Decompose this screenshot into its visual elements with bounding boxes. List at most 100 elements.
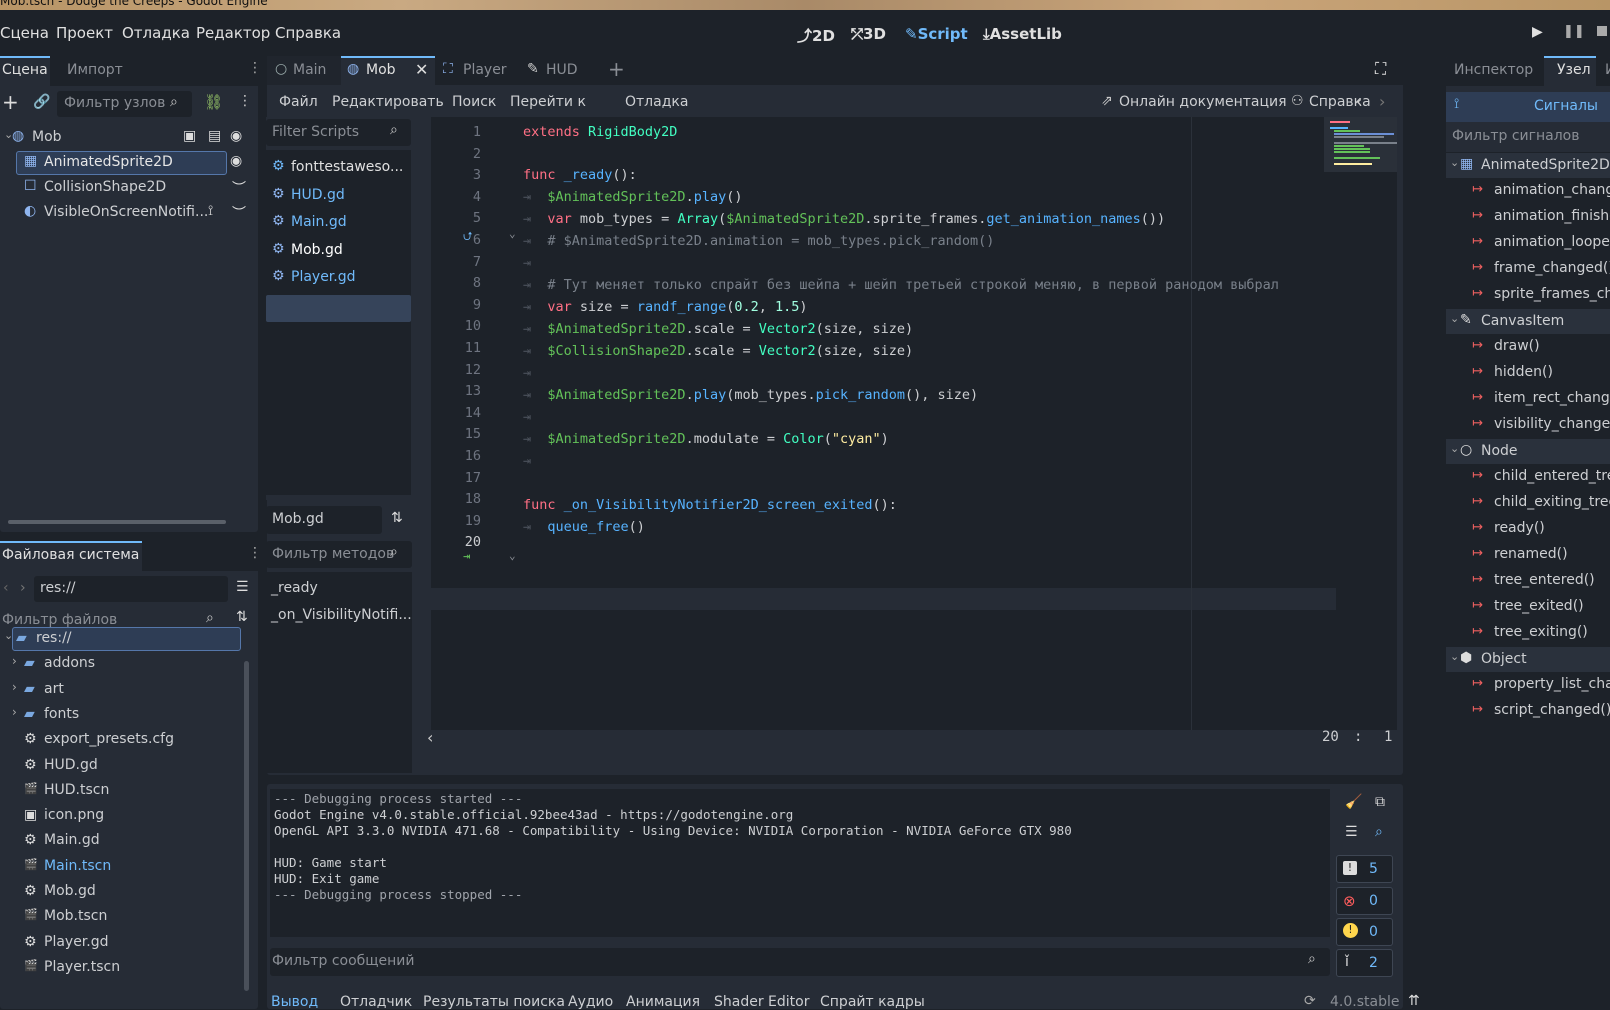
output-log[interactable]: --- Debugging process started --- Godot … (270, 789, 1330, 937)
bottom-tab-debugger[interactable]: Отладчик (340, 994, 412, 1010)
tab-import[interactable]: Импорт (67, 62, 123, 78)
stop-icon[interactable] (1597, 26, 1607, 36)
tree-node-visibleonscreennotifier[interactable]: ◐ VisibleOnScreenNotifi... ⟟ ︶ (0, 201, 252, 225)
signal-item[interactable]: ↦ renamed() (1446, 543, 1610, 568)
bottom-tab-audio[interactable]: Аудио (568, 994, 613, 1010)
signal-category[interactable]: ⌄ ▦ AnimatedSprite2D (1446, 153, 1610, 178)
collapse-icon[interactable]: ☰ (1345, 824, 1358, 840)
script-menu-debug[interactable]: Отладка (625, 94, 688, 110)
signal-icon[interactable]: ⟟ (208, 203, 213, 219)
visibility-eye-icon[interactable]: ︶ (232, 178, 246, 198)
script-item[interactable]: ⚙ fonttestaweso... (266, 154, 411, 180)
connected-signal-icon[interactable]: ⮍ (463, 227, 473, 248)
signal-category[interactable]: ⌄ ⬢ Object (1446, 647, 1610, 672)
visibility-eye-icon[interactable]: ◉ (230, 128, 242, 144)
add-tab-icon[interactable]: + (608, 57, 625, 81)
signal-item[interactable]: ↦ animation_looped (1446, 231, 1610, 256)
fullscreen-icon[interactable]: ⛶ (1375, 59, 1386, 79)
split-view-icon[interactable]: ☰ (236, 579, 249, 595)
search-icon[interactable]: ⌕ (1375, 824, 1383, 840)
group-icon[interactable]: ▣ (183, 128, 196, 144)
minimap[interactable] (1324, 117, 1397, 172)
code-editor[interactable]: 1 2 3 4 5 6 7 8 9 10 11 12 13 14 15 16 17 18 19 20 ⮍ ⇥ ⌄ ⌄ … (431, 117, 1397, 730)
path-field[interactable]: res:// (34, 576, 228, 602)
menu-debug[interactable]: Отладка (122, 24, 190, 42)
signal-item[interactable]: ↦ property_list_char (1446, 673, 1610, 698)
file-item[interactable]: ⚙ Player.gd (0, 931, 252, 955)
signal-item[interactable]: ↦ tree_exiting() (1446, 621, 1610, 646)
file-item[interactable]: 🎬 Mob.tscn (0, 905, 252, 929)
menu-editor[interactable]: Редактор (196, 24, 270, 42)
sort-icon[interactable]: ⇅ (236, 609, 248, 625)
forward-arrow-icon[interactable]: › (20, 580, 26, 596)
prev-script-icon[interactable]: ‹ (1356, 92, 1362, 111)
chevron-down-icon[interactable]: ⌄ (4, 629, 13, 642)
signals-toggle[interactable]: ⟟ Сигналы (1446, 92, 1610, 122)
workspace-script[interactable]: ✎Script (905, 25, 968, 43)
file-item[interactable]: ⚙ export_presets.cfg (0, 728, 252, 752)
file-item[interactable]: 🎬 Player.tscn (0, 956, 252, 980)
tree-node-mob[interactable]: ⌄ ◍ Mob ▣ ▤ ◉ (0, 126, 252, 150)
tree-node-collisionshape2d[interactable]: ☐ CollisionShape2D ︶ (0, 176, 252, 200)
signal-item[interactable]: ↦ animation_chang (1446, 179, 1610, 204)
script-item[interactable]: ⚙ Mob.gd (266, 237, 411, 263)
online-docs-button[interactable]: Онлайн документация (1119, 94, 1287, 110)
signal-item[interactable]: ↦ sprite_frames_cha (1446, 283, 1610, 308)
signal-category[interactable]: ⌄ ✎ CanvasItem (1446, 309, 1610, 334)
signal-item[interactable]: ↦ animation_finishe (1446, 205, 1610, 230)
scene-tab-player[interactable]: Player (463, 62, 507, 78)
bottom-tab-shader-editor[interactable]: Shader Editor (714, 994, 809, 1010)
signal-item[interactable]: ↦ hidden() (1446, 361, 1610, 386)
signal-item[interactable]: ↦ visibility_changed (1446, 413, 1610, 438)
menu-help[interactable]: Справка (275, 24, 341, 42)
chevron-right-icon[interactable]: › (12, 680, 17, 694)
filter-messages-toggle[interactable]: ! 5 (1336, 855, 1393, 883)
file-item[interactable]: ▣ icon.png (0, 804, 252, 828)
vertical-scrollbar[interactable] (244, 661, 249, 991)
instance-scene-icon[interactable]: ⛓ (204, 93, 223, 111)
dock-menu-icon[interactable]: ⋮ (248, 60, 262, 76)
bottom-tab-output[interactable]: Вывод (271, 994, 318, 1010)
file-item[interactable]: › ▰ art (0, 678, 252, 702)
script-menu-file[interactable]: Файл (279, 94, 318, 110)
signal-item[interactable]: ↦ ready() (1446, 517, 1610, 542)
dock-menu-icon[interactable]: ⋮ (248, 545, 262, 561)
script-menu-search[interactable]: Поиск (452, 94, 496, 110)
workspace-3d[interactable]: ⤱3D (851, 25, 886, 43)
file-item[interactable]: 🎬 Main.tscn (0, 855, 252, 879)
node-filter-input[interactable]: Фильтр узлов ⌕ (57, 91, 192, 117)
chevron-right-icon[interactable]: › (12, 705, 17, 719)
signal-item[interactable]: ↦ script_changed() (1446, 699, 1610, 724)
script-item[interactable]: ⚙ Player.gd (266, 264, 411, 290)
file-item[interactable]: ⚙ HUD.gd (0, 754, 252, 778)
sort-icon[interactable]: ⇅ (391, 510, 403, 526)
method-item[interactable]: _on_VisibilityNotifi... (271, 607, 412, 623)
signal-item[interactable]: ↦ draw() (1446, 335, 1610, 360)
file-item[interactable]: ⌄ ▰ res:// (0, 627, 252, 651)
signal-connection-icon[interactable]: ⇥ (463, 549, 470, 563)
link-icon[interactable]: 🔗 (33, 94, 50, 110)
script-item[interactable]: ⚙ HUD.gd (266, 182, 411, 208)
filter-warnings-toggle[interactable]: ! 0 (1336, 918, 1393, 946)
file-item[interactable]: › ▰ fonts (0, 703, 252, 727)
filter-errors-toggle[interactable]: ⊗ 0 (1336, 887, 1393, 915)
play-icon[interactable]: ▶ (1532, 24, 1543, 40)
fold-chevron-icon[interactable]: ⌄ (509, 227, 516, 240)
signal-item[interactable]: ↦ child_exiting_tree (1446, 491, 1610, 516)
fold-chevron-icon[interactable]: ⌄ (509, 549, 516, 562)
signal-category[interactable]: ⌄ ○ Node (1446, 439, 1610, 464)
bottom-tab-search-results[interactable]: Результаты поиска (423, 994, 565, 1010)
signal-filter-input[interactable]: Фильтр сигналов (1452, 128, 1580, 144)
signal-item[interactable]: ↦ item_rect_change (1446, 387, 1610, 412)
close-icon[interactable]: ✕ (415, 60, 428, 79)
script-attached-icon[interactable]: ▤ (208, 128, 221, 144)
add-node-icon[interactable]: + (2, 90, 19, 114)
visibility-eye-icon[interactable]: ︶ (232, 203, 246, 223)
signal-item[interactable]: ↦ tree_exited() (1446, 595, 1610, 620)
tab-inspector[interactable]: Инспектор (1454, 62, 1533, 78)
tree-node-animatedsprite2d[interactable]: ▦ AnimatedSprite2D ◉ (0, 151, 252, 175)
scene-tab-hud[interactable]: HUD (546, 62, 578, 78)
method-filter-input[interactable]: Фильтр методов ⌕ (266, 541, 412, 568)
workspace-2d[interactable]: ⤴2D (797, 25, 835, 46)
file-item[interactable]: ⚙ Main.gd (0, 829, 252, 853)
